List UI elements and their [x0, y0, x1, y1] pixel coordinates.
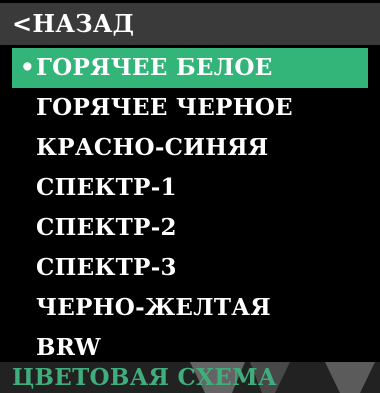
back-button[interactable]: <НАЗАД: [0, 3, 380, 45]
thermal-menu-screen: <НАЗАД • ГОРЯЧЕЕ БЕЛОЕ ГОРЯЧЕЕ ЧЕРНОЕ КР…: [0, 0, 380, 393]
menu-item-label: СПЕКТР-1: [36, 174, 177, 201]
menu-item-hot-white[interactable]: • ГОРЯЧЕЕ БЕЛОЕ: [12, 48, 368, 88]
menu-item-red-blue[interactable]: КРАСНО-СИНЯЯ: [0, 128, 380, 168]
back-button-label: <НАЗАД: [12, 9, 135, 38]
footer-title: ЦВЕТОВАЯ СХЕМА: [12, 364, 277, 391]
menu-item-spectrum-3[interactable]: СПЕКТР-3: [0, 248, 380, 288]
menu-item-label: СПЕКТР-3: [36, 254, 177, 281]
color-scheme-menu: • ГОРЯЧЕЕ БЕЛОЕ ГОРЯЧЕЕ ЧЕРНОЕ КРАСНО-СИ…: [0, 48, 380, 368]
menu-item-label: ГОРЯЧЕЕ ЧЕРНОЕ: [36, 94, 293, 121]
menu-item-label: BRW: [36, 334, 101, 361]
footer-bar: ЦВЕТОВАЯ СХЕМА: [0, 362, 380, 393]
menu-item-spectrum-1[interactable]: СПЕКТР-1: [0, 168, 380, 208]
menu-item-label: СПЕКТР-2: [36, 214, 177, 241]
menu-item-label: ЧЕРНО-ЖЕЛТАЯ: [36, 294, 271, 321]
menu-item-label: ГОРЯЧЕЕ БЕЛОЕ: [36, 54, 273, 81]
selected-bullet-icon: •: [20, 54, 36, 81]
menu-item-spectrum-2[interactable]: СПЕКТР-2: [0, 208, 380, 248]
menu-item-black-yellow[interactable]: ЧЕРНО-ЖЕЛТАЯ: [0, 288, 380, 328]
menu-item-hot-black[interactable]: ГОРЯЧЕЕ ЧЕРНОЕ: [0, 88, 380, 128]
menu-item-label: КРАСНО-СИНЯЯ: [36, 134, 269, 161]
